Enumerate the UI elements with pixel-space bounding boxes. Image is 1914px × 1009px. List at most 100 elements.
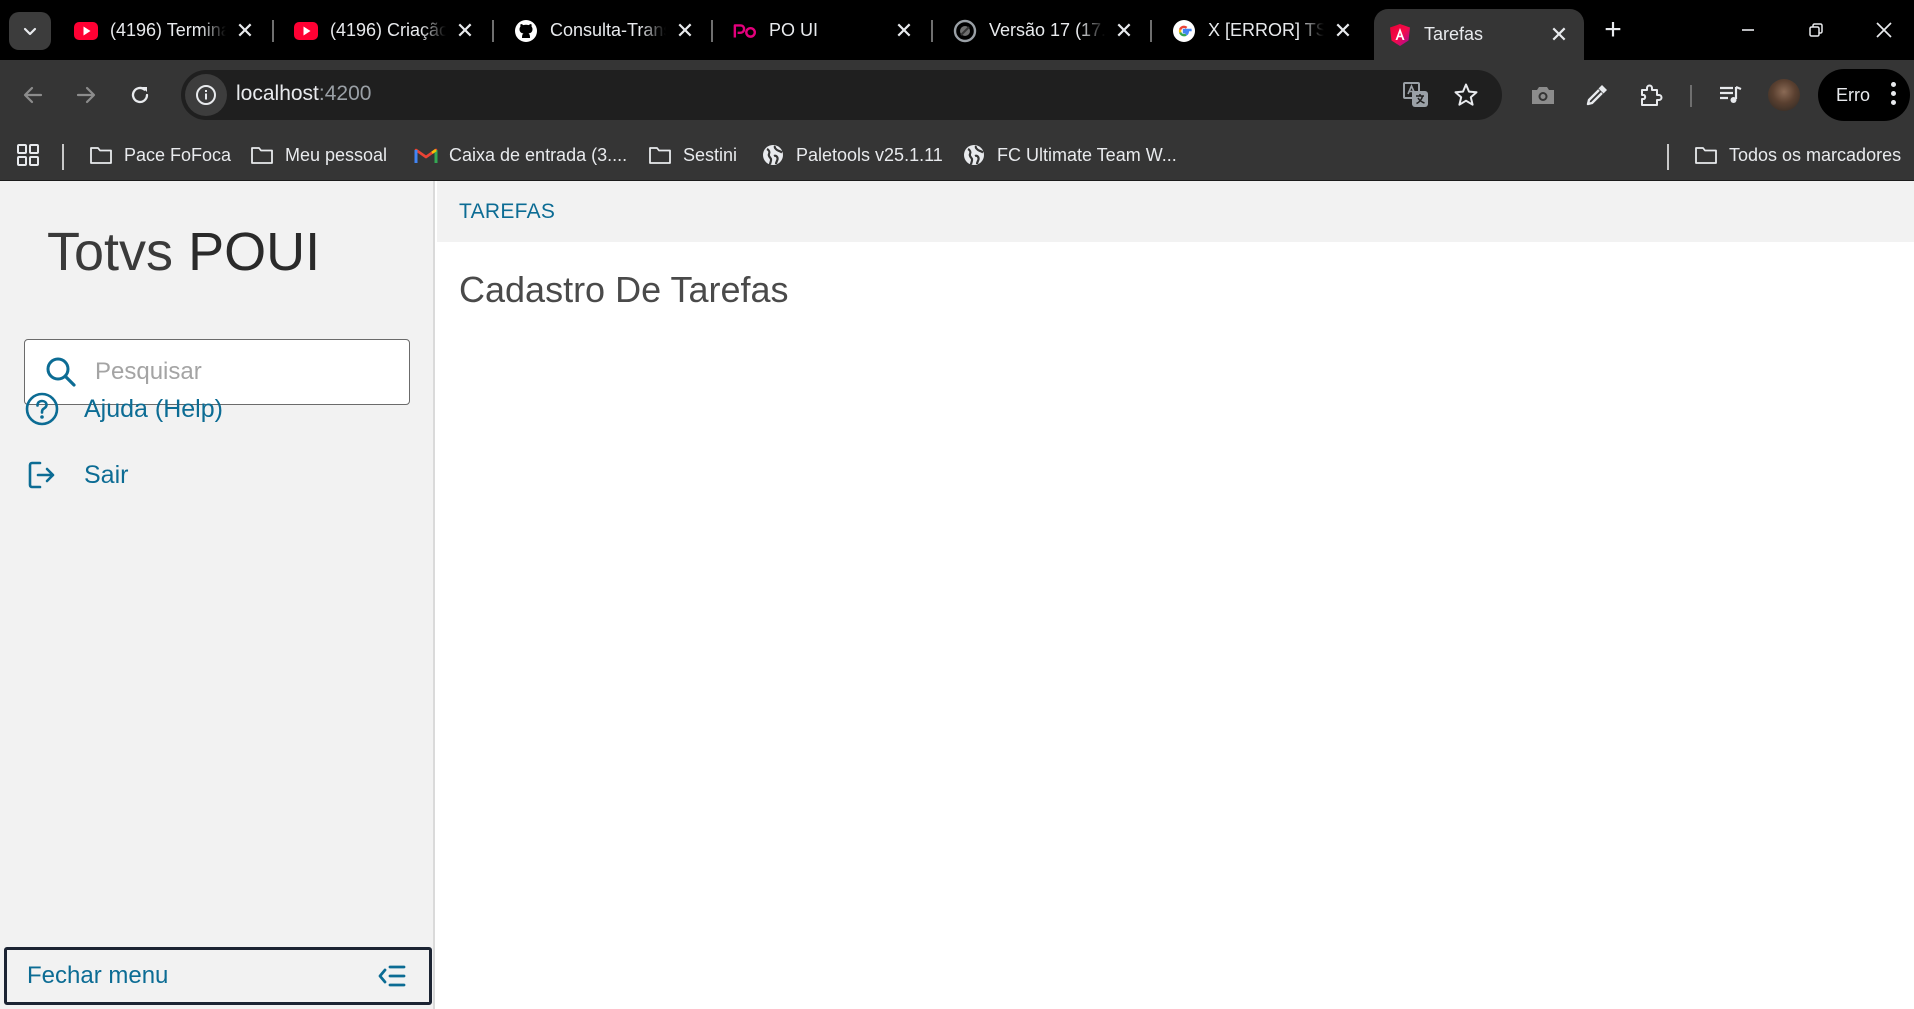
- browser-tab-active[interactable]: Tarefas ✕: [1374, 9, 1584, 60]
- tab-title: Consulta-Trans: [550, 20, 666, 40]
- close-icon[interactable]: ✕: [1548, 23, 1570, 46]
- arrow-right-icon: [76, 86, 96, 104]
- star-icon: [1454, 83, 1478, 106]
- brand-logo: Totvs POUI: [47, 221, 320, 283]
- bookmark-item[interactable]: Paletools v25.1.11: [760, 140, 943, 170]
- close-window-button[interactable]: [1862, 12, 1906, 48]
- apps-grid-icon: [17, 144, 39, 166]
- menu-item-label: Ajuda (Help): [84, 394, 223, 423]
- breadcrumb[interactable]: TAREFAS: [459, 200, 555, 224]
- tab-separator: [931, 20, 933, 42]
- bookmark-item[interactable]: Pace FoFoca: [88, 140, 231, 170]
- more-vertical-icon: [1891, 82, 1896, 105]
- bookmark-item[interactable]: Meu pessoal: [249, 140, 387, 170]
- puzzle-icon: [1641, 84, 1663, 106]
- eyedropper-extension-button[interactable]: [1576, 74, 1618, 116]
- site-info-button[interactable]: [185, 74, 227, 116]
- globe-icon: [760, 142, 786, 168]
- all-bookmarks-button[interactable]: Todos os marcadores: [1693, 140, 1901, 170]
- eyedropper-icon: [1586, 85, 1607, 106]
- reload-button[interactable]: [119, 74, 161, 116]
- playlist-icon: [1720, 85, 1742, 103]
- url-text[interactable]: localhost:4200: [236, 82, 371, 106]
- menu-item-help[interactable]: Ajuda (Help): [24, 387, 223, 431]
- angular-icon: [1388, 23, 1412, 47]
- collapse-menu-button[interactable]: Fechar menu: [4, 947, 432, 1005]
- menu-item-label: Sair: [84, 460, 129, 489]
- browser-tab[interactable]: Consulta-Trans ✕: [500, 9, 710, 52]
- all-bookmarks-label: Todos os marcadores: [1729, 144, 1902, 165]
- folder-icon: [647, 142, 673, 168]
- folder-icon: [88, 142, 114, 168]
- minimize-icon: [1742, 29, 1754, 31]
- browser-tab[interactable]: X [ERROR] TS2 ✕: [1158, 9, 1368, 52]
- breadcrumb-bar: TAREFAS: [437, 181, 1914, 242]
- logout-icon: [24, 457, 60, 493]
- plus-icon: +: [1604, 13, 1622, 46]
- close-icon[interactable]: ✕: [674, 19, 696, 42]
- version-icon: [953, 19, 977, 43]
- toolbar-divider: [1690, 85, 1692, 107]
- restore-button[interactable]: [1794, 12, 1838, 48]
- tab-title: X [ERROR] TS2: [1208, 20, 1324, 40]
- bookmarks-bar: Pace FoFoca Meu pessoal Caixa de entrada…: [0, 130, 1914, 181]
- bookmark-label: Caixa de entrada (3....: [449, 144, 628, 165]
- apps-button[interactable]: [16, 140, 40, 170]
- translate-button[interactable]: [1400, 78, 1434, 112]
- tab-separator: [492, 20, 494, 42]
- browser-tab[interactable]: PO UI ✕: [719, 9, 929, 52]
- google-icon: [1172, 19, 1196, 43]
- extensions-button[interactable]: [1630, 74, 1672, 116]
- browser-tab[interactable]: Versão 17 (17. ✕: [939, 9, 1149, 52]
- search-icon: [41, 352, 81, 392]
- minimize-button[interactable]: [1726, 12, 1770, 48]
- profile-error-button[interactable]: Erro: [1818, 69, 1910, 121]
- youtube-icon: [294, 19, 318, 43]
- bookmark-item[interactable]: FC Ultimate Team W...: [961, 140, 1177, 170]
- close-icon[interactable]: ✕: [1113, 19, 1135, 42]
- close-icon[interactable]: ✕: [1332, 19, 1354, 42]
- bookmark-label: Sestini: [683, 144, 738, 165]
- menu-collapse-icon: [378, 965, 406, 987]
- collapse-menu-label: Fechar menu: [27, 962, 169, 989]
- media-control-button[interactable]: [1710, 74, 1752, 116]
- brand-light-text: Totvs: [47, 222, 174, 282]
- bookmark-item[interactable]: Caixa de entrada (3....: [413, 140, 627, 170]
- tab-title: PO UI: [769, 20, 819, 40]
- side-menu: Totvs POUI Ajuda (Help) Sair Fechar menu: [0, 181, 435, 1009]
- address-bar[interactable]: localhost:4200: [181, 70, 1502, 120]
- browser-toolbar: localhost:4200 Erro: [0, 60, 1914, 130]
- bookmark-item[interactable]: Sestini: [647, 140, 737, 170]
- tab-separator: [1150, 20, 1152, 42]
- avatar[interactable]: [1768, 79, 1800, 111]
- close-icon[interactable]: ✕: [234, 19, 256, 42]
- browser-tab[interactable]: (4196) Terminal ✕: [60, 9, 270, 52]
- new-tab-button[interactable]: +: [1596, 14, 1630, 48]
- arrow-left-icon: [23, 86, 43, 104]
- restore-icon: [1809, 23, 1823, 37]
- tab-title: Tarefas: [1424, 24, 1484, 44]
- browser-tab[interactable]: (4196) Criação ✕: [280, 9, 490, 52]
- url-port: :4200: [318, 82, 372, 105]
- forward-button[interactable]: [65, 74, 107, 116]
- back-button[interactable]: [12, 74, 54, 116]
- screenshot-extension-button[interactable]: [1522, 74, 1564, 116]
- camera-icon: [1532, 87, 1554, 104]
- close-icon[interactable]: ✕: [454, 19, 476, 42]
- menu-item-logout[interactable]: Sair: [24, 453, 128, 497]
- search-input[interactable]: [95, 358, 385, 386]
- tab-separator: [272, 20, 274, 42]
- bookmark-label: Paletools v25.1.11: [796, 144, 943, 165]
- close-icon[interactable]: ✕: [893, 19, 915, 42]
- tab-search-button[interactable]: [9, 12, 51, 50]
- reload-icon: [131, 86, 149, 104]
- bookmarks-separator: [62, 144, 64, 170]
- url-host: localhost: [236, 82, 319, 105]
- bookmark-star-button[interactable]: [1449, 78, 1483, 112]
- globe-icon: [961, 142, 987, 168]
- tab-title: (4196) Criação: [330, 20, 446, 40]
- info-icon: [196, 85, 216, 105]
- folder-icon: [249, 142, 275, 168]
- chevron-down-icon: [23, 27, 37, 36]
- tab-title: Versão 17 (17.: [989, 20, 1105, 40]
